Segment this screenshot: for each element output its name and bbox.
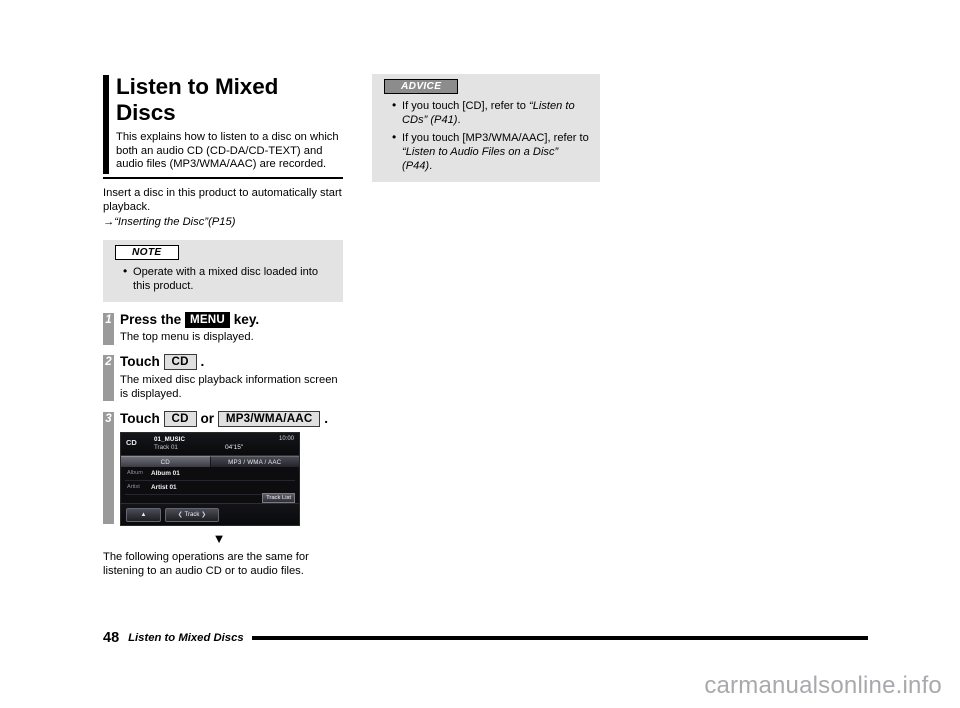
step-1-title: Press the MENU key. bbox=[120, 311, 343, 328]
page-number: 48 bbox=[103, 630, 120, 646]
step-2-title-pre: Touch bbox=[120, 354, 164, 370]
advice-callout-tab: ADVICE bbox=[384, 79, 459, 94]
chevron-left-icon[interactable]: ❮ bbox=[178, 511, 183, 518]
device-album-row: Album Album 01 bbox=[125, 467, 295, 482]
device-tab-cd[interactable]: CD bbox=[121, 456, 211, 468]
step-3: 3 Touch CD or MP3/WMA/AAC . CD 01_MUSIC … bbox=[103, 410, 343, 527]
step-1-body: The top menu is displayed. bbox=[120, 331, 254, 344]
intro-paragraph: Insert a disc in this product to automat… bbox=[103, 186, 343, 228]
page-title: Listen to Mixed Discs bbox=[116, 74, 343, 127]
advice-item-2-lead: If you touch [MP3/WMA/AAC], refer to bbox=[402, 132, 589, 145]
device-track-list-button[interactable]: Track List bbox=[262, 493, 295, 504]
cd-touch-key-2[interactable]: CD bbox=[163, 410, 197, 427]
device-artist-value: Artist 01 bbox=[151, 483, 177, 491]
device-track-title: 01_MUSIC bbox=[154, 435, 186, 443]
page-title-line2: Discs bbox=[116, 100, 176, 126]
step-3-title-post: . bbox=[320, 410, 328, 426]
footer-section-title: Listen to Mixed Discs bbox=[128, 632, 244, 644]
device-tab-bar: CD MP3 / WMA / AAC bbox=[121, 456, 299, 468]
step-1-title-post: key. bbox=[229, 311, 260, 327]
device-tab-audio-files[interactable]: MP3 / WMA / AAC bbox=[210, 456, 299, 468]
advice-callout-list: If you touch [CD], refer to “Listen to C… bbox=[372, 98, 600, 173]
step-3-title: Touch CD or MP3/WMA/AAC . bbox=[120, 410, 343, 427]
title-divider bbox=[103, 177, 343, 180]
device-artist-label: Artist bbox=[127, 484, 140, 491]
device-screenshot: CD 01_MUSIC Track 01 04'15" 10:00 CD MP3… bbox=[120, 432, 300, 527]
note-callout-tab: NOTE bbox=[115, 244, 179, 260]
page-title-description: This explains how to listen to a disc on… bbox=[116, 130, 339, 171]
step-3-title-pre: Touch bbox=[120, 410, 164, 426]
step-3-number: 3 bbox=[105, 412, 112, 425]
note-callout-list: Operate with a mixed disc loaded into th… bbox=[103, 264, 343, 293]
mp3wmaaac-touch-key[interactable]: MP3/WMA/AAC bbox=[217, 410, 321, 427]
manual-page: Listen to Mixed Discs This explains how t… bbox=[0, 0, 960, 708]
device-album-label: Album bbox=[127, 470, 143, 477]
page-footer: 48 Listen to Mixed Discs bbox=[103, 630, 868, 646]
eject-icon[interactable]: ▲ bbox=[126, 508, 161, 523]
site-watermark: carmanualsonline.info bbox=[704, 672, 942, 699]
step-2-number: 2 bbox=[105, 356, 112, 369]
step-2-title-post: . bbox=[196, 354, 205, 370]
device-source-label: CD bbox=[126, 438, 137, 448]
step-1-title-pre: Press the bbox=[120, 311, 185, 327]
step-2-title: Touch CD . bbox=[120, 354, 343, 371]
cross-reference-link[interactable]: →“Inserting the Disc”(P15) bbox=[103, 216, 235, 228]
step-2: 2 Touch CD . The mixed disc playback inf… bbox=[103, 354, 343, 402]
intro-paragraph-text: Insert a disc in this product to automat… bbox=[103, 187, 342, 214]
device-control-bar: ▲ ❮ Track ❯ bbox=[121, 503, 299, 526]
note-callout: NOTE Operate with a mixed disc loaded in… bbox=[103, 239, 343, 302]
list-item: Operate with a mixed disc loaded into th… bbox=[123, 264, 333, 293]
device-metadata-panel: Album Album 01 Artist Artist 01 Track Li… bbox=[121, 467, 299, 504]
advice-item-2-emphasis[interactable]: “Listen to Audio Files on a Disc” (P44) bbox=[402, 146, 558, 172]
device-status-bar: CD 01_MUSIC Track 01 04'15" 10:00 bbox=[121, 433, 299, 457]
device-track-stepper[interactable]: ❮ Track ❯ bbox=[165, 508, 219, 523]
device-track-stepper-label: Track bbox=[184, 512, 200, 519]
step-3-bar bbox=[103, 411, 114, 524]
page-title-line1: Listen to Mixed bbox=[116, 74, 279, 99]
list-item: If you touch [CD], refer to “Listen to C… bbox=[392, 98, 590, 127]
advice-item-1-lead: If you touch [CD], refer to bbox=[402, 100, 530, 112]
device-clock: 10:00 bbox=[278, 435, 294, 442]
chevron-right-icon[interactable]: ❯ bbox=[201, 511, 206, 518]
step-3-conjunction: or bbox=[196, 410, 218, 426]
right-column: ADVICE If you touch [CD], refer to “List… bbox=[372, 74, 600, 183]
advice-callout: ADVICE If you touch [CD], refer to “List… bbox=[372, 74, 600, 183]
device-track-number: Track 01 bbox=[154, 444, 178, 452]
step-1: 1 Press the MENU key. The top menu is di… bbox=[103, 311, 343, 345]
footer-divider bbox=[251, 636, 868, 640]
device-album-value: Album 01 bbox=[151, 469, 180, 477]
left-column: Listen to Mixed Discs This explains how t… bbox=[103, 74, 343, 578]
step-2-body: The mixed disc playback information scre… bbox=[120, 373, 338, 400]
list-item: If you touch [MP3/WMA/AAC], refer to “Li… bbox=[392, 130, 590, 173]
page-title-block: Listen to Mixed Discs This explains how t… bbox=[103, 74, 343, 175]
closing-paragraph: The following operations are the same fo… bbox=[103, 551, 309, 578]
flow-arrow-down-icon: ▼ bbox=[212, 531, 226, 547]
advice-item-2-tail: . bbox=[429, 160, 433, 173]
cd-touch-key[interactable]: CD bbox=[163, 354, 197, 371]
device-elapsed-time: 04'15" bbox=[225, 444, 244, 452]
step-1-number: 1 bbox=[105, 313, 112, 326]
menu-key[interactable]: MENU bbox=[184, 311, 230, 328]
advice-item-1-tail: . bbox=[457, 114, 461, 127]
